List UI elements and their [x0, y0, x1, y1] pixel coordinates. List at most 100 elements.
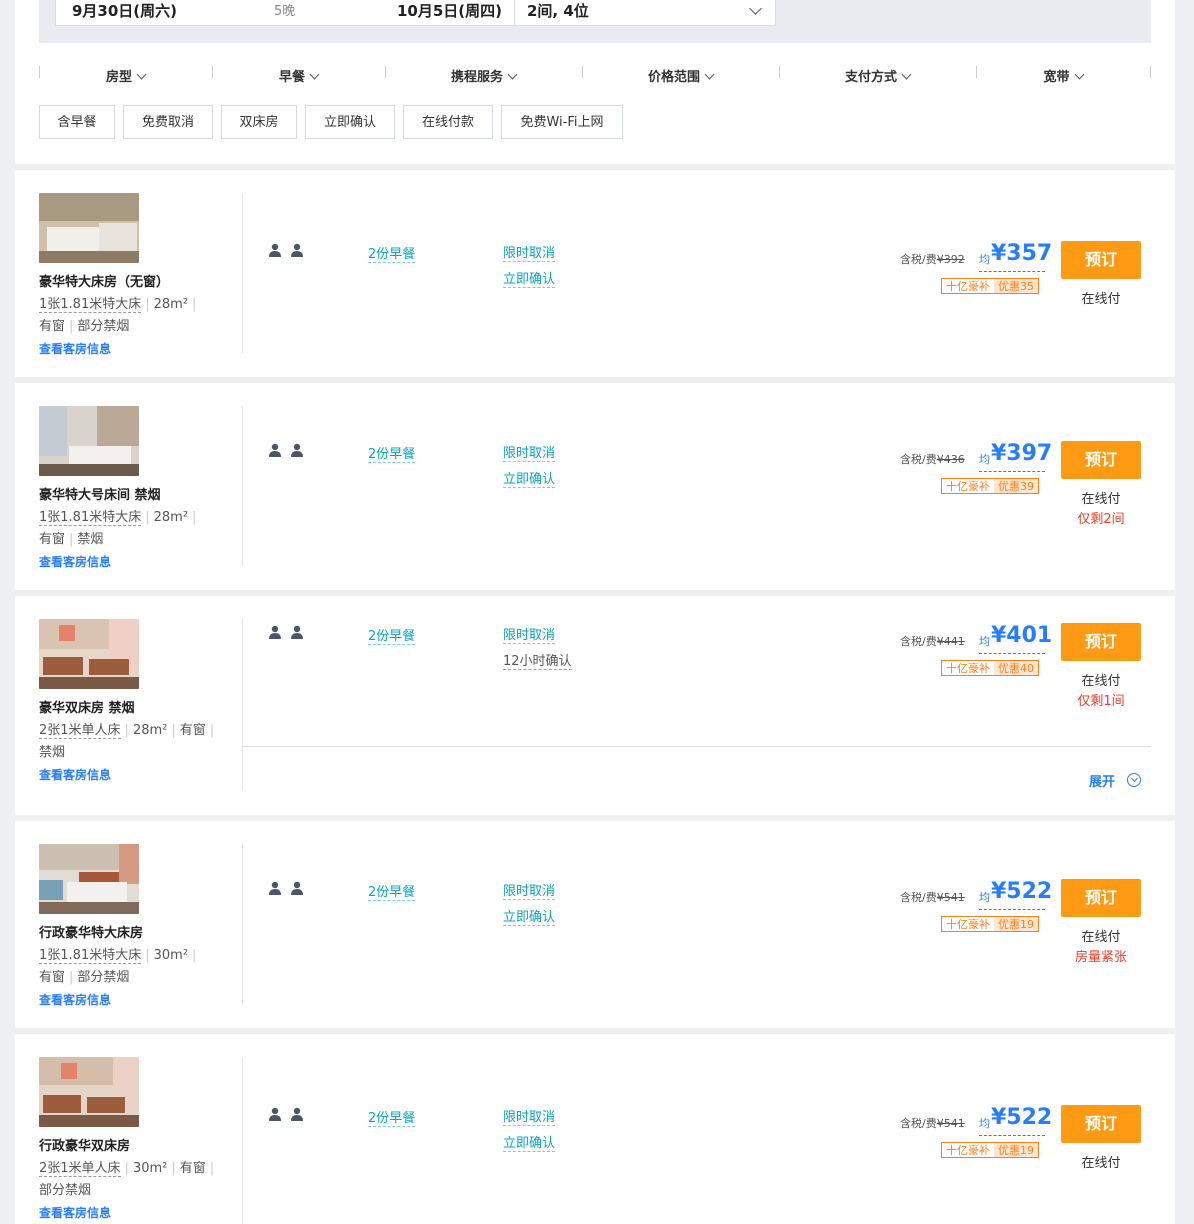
room-name: 豪华双床房 禁烟	[39, 701, 135, 716]
confirm-policy[interactable]: 立即确认	[503, 468, 556, 488]
book-button[interactable]: 预订	[1061, 879, 1141, 917]
chevron-down-icon	[507, 69, 518, 80]
promo-discount: 优惠19	[994, 1143, 1038, 1157]
cancel-policy[interactable]: 限时取消	[503, 1106, 556, 1126]
filter-bar: 房型 早餐 携程服务 价格范围 支付方式 宽带	[39, 66, 1151, 85]
tax-text: 含税/费	[900, 453, 937, 466]
expand-circle-icon[interactable]	[1127, 773, 1141, 787]
room-name: 豪华特大号床间 禁烟	[39, 488, 161, 503]
book-button[interactable]: 预订	[1061, 441, 1141, 479]
room-photo[interactable]	[39, 619, 139, 689]
window-info: 有窗	[179, 723, 206, 738]
book-button[interactable]: 预订	[1061, 241, 1141, 279]
promo-badge[interactable]: 十亿豪补 优惠35	[941, 278, 1039, 294]
room-photo[interactable]	[39, 1057, 139, 1127]
search-filter-panel: 9月30日(周六) 5晚 10月5日(周四) 2间, 4位 房型 早餐 携程服务…	[15, 0, 1175, 164]
smoking-info: 部分禁烟	[39, 1183, 92, 1198]
price-underline	[979, 471, 1045, 472]
smoking-info: 禁烟	[39, 745, 66, 760]
breakfast-info[interactable]: 2份早餐	[368, 1107, 416, 1127]
price-underline	[979, 909, 1045, 910]
room-price[interactable]: ¥397	[991, 441, 1052, 466]
room-specs-line2: 有窗 | 禁烟	[39, 532, 104, 547]
promo-label: 十亿豪补	[942, 279, 994, 293]
room-area: 28m²	[153, 297, 189, 312]
chevron-down-icon	[749, 2, 762, 15]
tag-instant-confirm[interactable]: 立即确认	[305, 105, 395, 139]
tag-online-pay[interactable]: 在线付款	[403, 105, 493, 139]
person-icon	[291, 1107, 303, 1121]
book-button[interactable]: 预订	[1061, 1105, 1141, 1143]
cancel-policy[interactable]: 限时取消	[503, 242, 556, 262]
tag-free-wifi[interactable]: 免费Wi-Fi上网	[501, 105, 623, 139]
promo-badge[interactable]: 十亿豪补 优惠19	[941, 916, 1039, 932]
breakfast-info[interactable]: 2份早餐	[368, 243, 416, 263]
room-info-link[interactable]: 查看客房信息	[39, 340, 111, 357]
price-underline	[979, 271, 1045, 272]
breakfast-info[interactable]: 2份早餐	[368, 625, 416, 645]
promo-label: 十亿豪补	[942, 1143, 994, 1157]
rooms-remaining: 仅剩1间	[1077, 694, 1125, 709]
room-specs-line1: 1张1.81米特大床 | 30m² |	[39, 948, 197, 964]
filter-ctrip-service[interactable]: 携程服务	[385, 66, 582, 85]
column-divider	[242, 1057, 243, 1224]
tax-text: 含税/费	[900, 253, 937, 266]
expand-button[interactable]: 展开	[1089, 771, 1115, 790]
confirm-policy[interactable]: 立即确认	[503, 268, 556, 288]
cancel-policy[interactable]: 限时取消	[503, 624, 556, 644]
cancel-policy[interactable]: 限时取消	[503, 442, 556, 462]
window-info: 有窗	[179, 1161, 206, 1176]
smoking-info: 部分禁烟	[77, 319, 130, 334]
room-card: 行政豪华特大床房 1张1.81米特大床 | 30m² | 有窗 | 部分禁烟 查看客房信息…	[15, 821, 1175, 1028]
confirm-policy[interactable]: 12小时确认	[503, 650, 572, 670]
person-icon	[291, 243, 303, 257]
promo-badge[interactable]: 十亿豪补 优惠19	[941, 1142, 1039, 1158]
tax-text: 含税/费	[900, 891, 937, 904]
confirm-policy[interactable]: 立即确认	[503, 906, 556, 926]
promo-discount: 优惠19	[994, 917, 1038, 931]
checkout-date[interactable]: 10月5日(周四)	[397, 0, 502, 21]
cancel-policy[interactable]: 限时取消	[503, 880, 556, 900]
room-guest-selector[interactable]: 2间, 4位	[514, 0, 776, 26]
checkin-date[interactable]: 9月30日(周六)	[72, 0, 177, 21]
room-name: 行政豪华双床房	[39, 1139, 131, 1154]
promo-badge[interactable]: 十亿豪补 优惠39	[941, 478, 1039, 494]
tag-free-cancel[interactable]: 免费取消	[123, 105, 213, 139]
filter-payment[interactable]: 支付方式	[779, 66, 976, 85]
tag-twin-room[interactable]: 双床房	[221, 105, 297, 139]
room-price[interactable]: ¥522	[991, 879, 1052, 904]
room-info-link[interactable]: 查看客房信息	[39, 991, 111, 1008]
room-info-link[interactable]: 查看客房信息	[39, 553, 111, 570]
room-info-link[interactable]: 查看客房信息	[39, 766, 111, 783]
original-price: ¥392	[936, 253, 965, 266]
tax-label: 含税/费¥541	[900, 1115, 965, 1131]
room-photo[interactable]	[39, 193, 139, 263]
room-specs-line2: 禁烟	[39, 741, 65, 760]
book-button[interactable]: 预订	[1061, 623, 1141, 661]
confirm-policy[interactable]: 立即确认	[503, 1132, 556, 1152]
room-price[interactable]: ¥522	[991, 1105, 1052, 1130]
room-info-link[interactable]: 查看客房信息	[39, 1204, 111, 1221]
breakfast-info[interactable]: 2份早餐	[368, 881, 416, 901]
chevron-down-icon	[309, 69, 320, 80]
nights-count: 5晚	[274, 4, 296, 19]
price-underline	[979, 1135, 1045, 1136]
promo-discount: 优惠39	[994, 479, 1038, 493]
filter-breakfast[interactable]: 早餐	[212, 66, 385, 85]
room-price[interactable]: ¥357	[991, 241, 1052, 266]
filter-price-range[interactable]: 价格范围	[582, 66, 779, 85]
tax-label: 含税/费¥436	[900, 451, 965, 467]
room-photo[interactable]	[39, 406, 139, 476]
filter-room-type[interactable]: 房型	[39, 66, 212, 85]
room-photo[interactable]	[39, 844, 139, 914]
filter-broadband[interactable]: 宽带	[976, 66, 1150, 85]
room-price[interactable]: ¥401	[991, 623, 1052, 648]
tax-text: 含税/费	[900, 635, 937, 648]
date-picker[interactable]: 9月30日(周六) 5晚 10月5日(周四)	[55, 0, 515, 26]
breakfast-info[interactable]: 2份早餐	[368, 443, 416, 463]
tax-text: 含税/费	[900, 1117, 937, 1130]
filter-divider	[1150, 66, 1151, 78]
tag-breakfast[interactable]: 含早餐	[39, 105, 115, 139]
person-icon	[269, 881, 281, 895]
promo-badge[interactable]: 十亿豪补 优惠40	[941, 660, 1039, 676]
